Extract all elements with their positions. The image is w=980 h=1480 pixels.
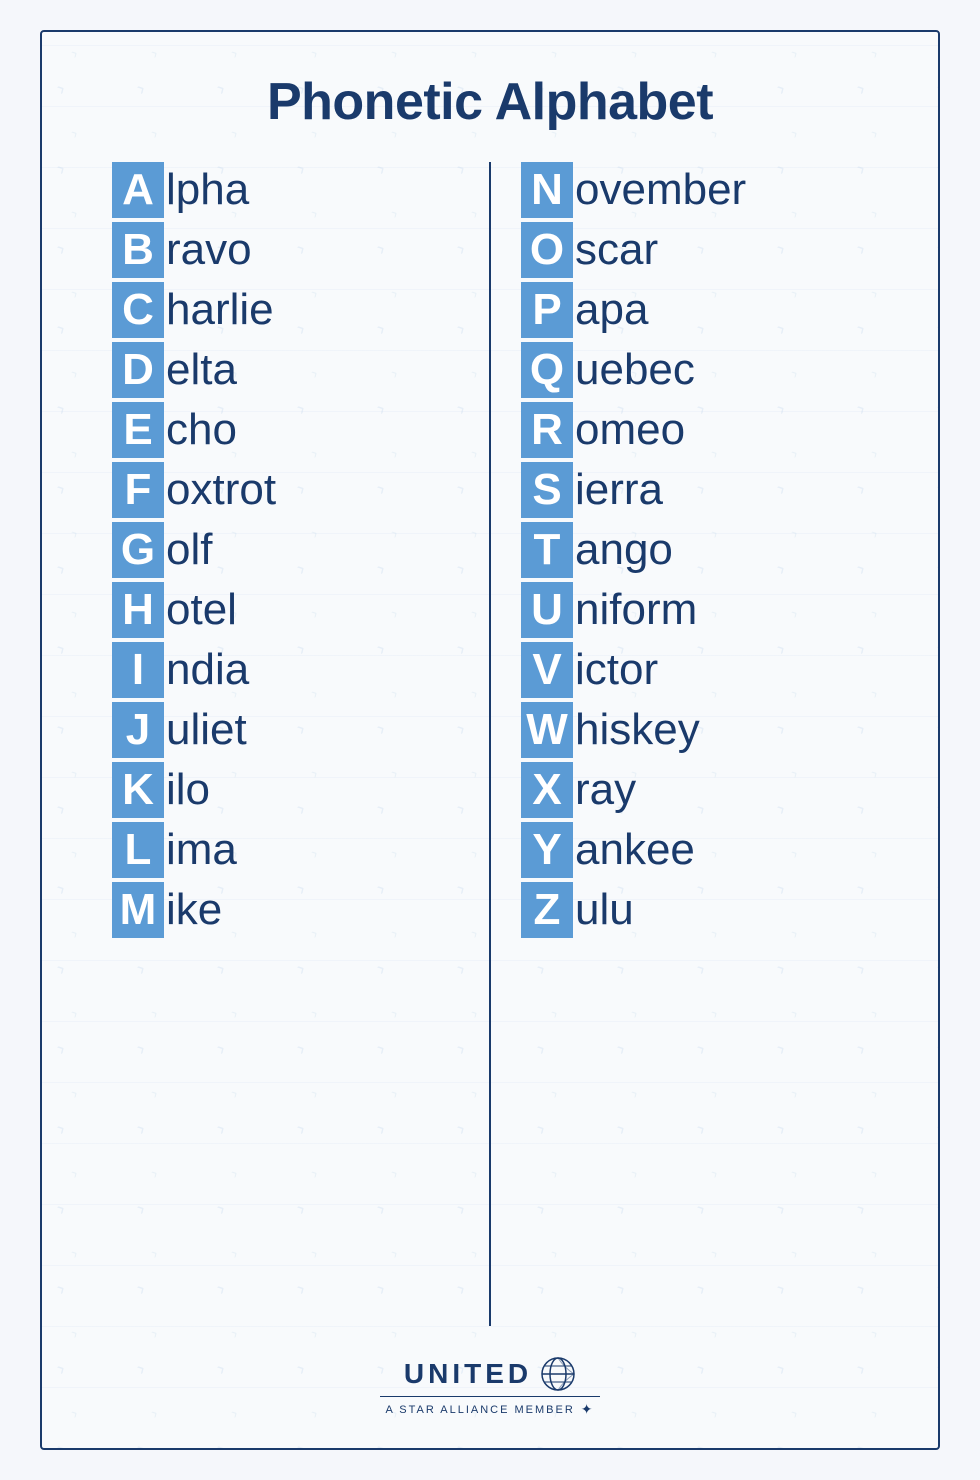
list-item: Bravo (112, 222, 459, 278)
word-rest: ankee (575, 825, 695, 876)
list-item: Golf (112, 522, 459, 578)
letter-box: H (112, 582, 164, 638)
word-rest: harlie (166, 285, 274, 336)
letter-box: E (112, 402, 164, 458)
list-item: India (112, 642, 459, 698)
star-alliance-label: A STAR ALLIANCE MEMBER ✦ (385, 1401, 594, 1418)
word-rest: scar (575, 225, 658, 276)
list-item: Mike (112, 882, 459, 938)
list-item: Oscar (521, 222, 868, 278)
list-item: Quebec (521, 342, 868, 398)
footer-divider (380, 1396, 600, 1397)
word-rest: omeo (575, 405, 685, 456)
letter-box: S (521, 462, 573, 518)
word-rest: ravo (166, 225, 252, 276)
list-item: Tango (521, 522, 868, 578)
word-rest: uebec (575, 345, 695, 396)
tagline-text: A STAR ALLIANCE MEMBER (385, 1404, 574, 1416)
letter-box: I (112, 642, 164, 698)
letter-box: T (521, 522, 573, 578)
brand-name: UNITED (404, 1358, 532, 1390)
list-item: Papa (521, 282, 868, 338)
word-rest: oxtrot (166, 465, 276, 516)
page-container: › › Phonetic Alphabet AlphaBravoCharlieD… (40, 30, 940, 1450)
list-item: Alpha (112, 162, 459, 218)
list-item: Lima (112, 822, 459, 878)
right-column: NovemberOscarPapaQuebecRomeoSierraTangoU… (501, 162, 888, 1326)
list-item: Juliet (112, 702, 459, 758)
letter-box: B (112, 222, 164, 278)
footer: UNITED A STAR ALLIANCE MEMBER ✦ (92, 1356, 888, 1418)
word-rest: ictor (575, 645, 658, 696)
word-rest: otel (166, 585, 237, 636)
star-alliance-icon: ✦ (581, 1401, 595, 1418)
letter-box: X (521, 762, 573, 818)
letter-box: N (521, 162, 573, 218)
word-rest: ike (166, 885, 222, 936)
alphabet-grid: AlphaBravoCharlieDeltaEchoFoxtrotGolfHot… (92, 162, 888, 1326)
left-column: AlphaBravoCharlieDeltaEchoFoxtrotGolfHot… (92, 162, 479, 1326)
word-rest: ray (575, 765, 636, 816)
letter-box: C (112, 282, 164, 338)
letter-box: O (521, 222, 573, 278)
word-rest: ierra (575, 465, 663, 516)
list-item: Charlie (112, 282, 459, 338)
globe-icon (540, 1356, 576, 1392)
letter-box: P (521, 282, 573, 338)
word-rest: olf (166, 525, 212, 576)
letter-box: F (112, 462, 164, 518)
word-rest: ovember (575, 165, 746, 216)
word-rest: ndia (166, 645, 249, 696)
word-rest: apa (575, 285, 648, 336)
word-rest: ango (575, 525, 673, 576)
letter-box: G (112, 522, 164, 578)
letter-box: W (521, 702, 573, 758)
letter-box: U (521, 582, 573, 638)
letter-box: J (112, 702, 164, 758)
list-item: Whiskey (521, 702, 868, 758)
list-item: Foxtrot (112, 462, 459, 518)
list-item: Yankee (521, 822, 868, 878)
letter-box: M (112, 882, 164, 938)
word-rest: lpha (166, 165, 249, 216)
list-item: Hotel (112, 582, 459, 638)
page-title: Phonetic Alphabet (267, 72, 713, 132)
word-rest: hiskey (575, 705, 700, 756)
list-item: Kilo (112, 762, 459, 818)
word-rest: uliet (166, 705, 247, 756)
letter-box: Z (521, 882, 573, 938)
list-item: Zulu (521, 882, 868, 938)
list-item: Xray (521, 762, 868, 818)
list-item: November (521, 162, 868, 218)
letter-box: Q (521, 342, 573, 398)
column-divider (489, 162, 491, 1326)
letter-box: D (112, 342, 164, 398)
list-item: Echo (112, 402, 459, 458)
united-logo: UNITED (404, 1356, 576, 1392)
list-item: Uniform (521, 582, 868, 638)
letter-box: Y (521, 822, 573, 878)
word-rest: ulu (575, 885, 634, 936)
word-rest: ilo (166, 765, 210, 816)
word-rest: ima (166, 825, 237, 876)
letter-box: K (112, 762, 164, 818)
list-item: Delta (112, 342, 459, 398)
letter-box: V (521, 642, 573, 698)
word-rest: elta (166, 345, 237, 396)
letter-box: A (112, 162, 164, 218)
letter-box: L (112, 822, 164, 878)
word-rest: cho (166, 405, 237, 456)
word-rest: niform (575, 585, 697, 636)
list-item: Victor (521, 642, 868, 698)
list-item: Sierra (521, 462, 868, 518)
letter-box: R (521, 402, 573, 458)
list-item: Romeo (521, 402, 868, 458)
